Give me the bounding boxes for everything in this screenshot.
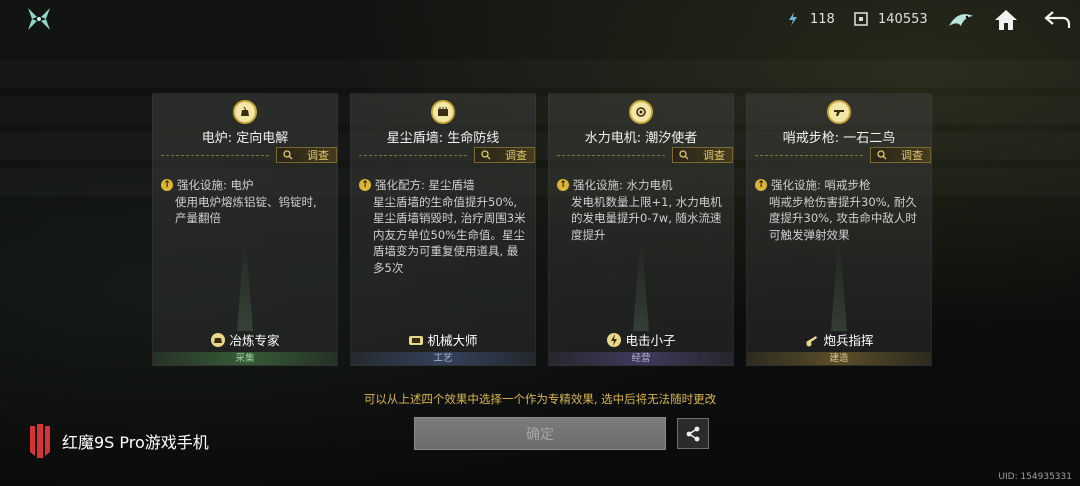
home-icon xyxy=(995,10,1017,30)
card-title: 哨戒步枪: 一石二鸟 xyxy=(782,131,896,146)
role-label: 机械大师 xyxy=(351,330,535,349)
effect-title: 强化设施: 电炉 xyxy=(177,178,254,192)
back-arrow-icon xyxy=(1044,11,1071,28)
effect-title: 强化设施: 哨戒步枪 xyxy=(771,178,871,192)
mail-button[interactable] xyxy=(946,6,976,34)
generator-icon xyxy=(629,100,653,124)
device-watermark: 红魔9S Pro游戏手机 xyxy=(26,424,209,458)
effect-description: 哨戒步枪伤害提升30%, 耐久度提升30%, 攻击命中敌人时可触发弹射效果 xyxy=(769,194,917,242)
role-name: 冶炼专家 xyxy=(229,333,280,348)
inspect-button[interactable]: 调查 xyxy=(870,147,931,163)
role-label: 炮兵指挥 xyxy=(747,330,931,349)
effect-title: 强化配方: 星尘盾墙 xyxy=(375,178,475,192)
category-bar: 建造 xyxy=(747,352,931,365)
furnace-icon xyxy=(233,100,257,124)
share-button[interactable] xyxy=(677,418,709,449)
background-row xyxy=(0,60,1080,88)
specialization-card-shield-wall[interactable]: 星尘盾墙: 生命防线 调查 ↑ 强化配方: 星尘盾墙 星尘盾墙的生命值提升50%,… xyxy=(350,93,536,366)
artillery-role-icon xyxy=(806,335,818,346)
currency-shards: 118 xyxy=(784,10,835,28)
light-beam xyxy=(237,241,253,331)
card-divider xyxy=(557,155,667,156)
light-beam xyxy=(633,241,649,331)
rifle-icon xyxy=(827,100,851,124)
category-bar: 工艺 xyxy=(351,352,535,365)
upgrade-icon: ↑ xyxy=(755,179,767,191)
upgrade-icon: ↑ xyxy=(557,179,569,191)
card-effect: ↑ 强化配方: 星尘盾墙 星尘盾墙的生命值提升50%, 星尘盾墙销毁时, 治疗周围… xyxy=(359,177,527,277)
card-divider xyxy=(359,155,469,156)
role-name: 机械大师 xyxy=(427,333,478,348)
card-effect: ↑ 强化设施: 哨戒步枪 哨戒步枪伤害提升30%, 耐久度提升30%, 攻击命中敌… xyxy=(755,177,923,243)
search-icon xyxy=(283,150,293,160)
top-bar: 118 140553 xyxy=(0,0,1080,40)
search-icon xyxy=(877,150,887,160)
inspect-label: 调查 xyxy=(307,149,329,162)
shard-icon xyxy=(784,10,802,28)
role-label: 电击小子 xyxy=(549,330,733,349)
mechanic-role-icon xyxy=(409,335,424,345)
back-button[interactable] xyxy=(1042,6,1072,34)
currency-chips: 140553 xyxy=(852,10,928,28)
bird-emblem-icon xyxy=(949,14,973,26)
user-id: UID: 154935331 xyxy=(998,472,1072,482)
card-effect: ↑ 强化设施: 水力电机 发电机数量上限+1, 水力电机的发电量提升0-7w, 随… xyxy=(557,177,725,243)
game-logo-icon[interactable] xyxy=(26,6,52,32)
card-divider xyxy=(161,155,271,156)
specialization-card-furnace[interactable]: 电炉: 定向电解 调查 ↑ 强化设施: 电炉 使用电炉熔炼铝锭、钨锭时, 产量翻倍… xyxy=(152,93,338,366)
card-title: 电炉: 定向电解 xyxy=(201,131,289,146)
effect-description: 星尘盾墙的生命值提升50%, 星尘盾墙销毁时, 治疗周围3米内友方单位50%生命… xyxy=(373,194,526,275)
card-divider xyxy=(755,155,865,156)
search-icon xyxy=(679,150,689,160)
home-button[interactable] xyxy=(991,6,1021,34)
selection-hint: 可以从上述四个效果中选择一个作为专精效果, 选中后将无法随时更改 xyxy=(363,392,717,406)
smelter-role-icon xyxy=(211,332,226,347)
shield-wall-icon xyxy=(431,100,455,124)
light-beam xyxy=(831,241,847,331)
role-name: 炮兵指挥 xyxy=(823,333,874,348)
inspect-button[interactable]: 调查 xyxy=(672,147,733,163)
category-bar: 采集 xyxy=(153,352,337,365)
specialization-card-rifle[interactable]: 哨戒步枪: 一石二鸟 调查 ↑ 强化设施: 哨戒步枪 哨戒步枪伤害提升30%, 耐… xyxy=(746,93,932,366)
inspect-label: 调查 xyxy=(901,149,923,162)
confirm-button[interactable]: 确定 xyxy=(414,417,666,450)
currency-chips-value: 140553 xyxy=(878,11,928,27)
role-name: 电击小子 xyxy=(625,333,676,348)
specialization-card-generator[interactable]: 水力电机: 潮汐使者 调查 ↑ 强化设施: 水力电机 发电机数量上限+1, 水力电… xyxy=(548,93,734,366)
upgrade-icon: ↑ xyxy=(359,179,371,191)
device-name: 红魔9S Pro游戏手机 xyxy=(62,433,209,452)
card-title: 水力电机: 潮汐使者 xyxy=(584,131,698,146)
red-magic-logo-icon xyxy=(30,424,50,458)
card-effect: ↑ 强化设施: 电炉 使用电炉熔炼铝锭、钨锭时, 产量翻倍 xyxy=(161,177,329,227)
electric-role-icon xyxy=(607,332,622,347)
inspect-label: 调查 xyxy=(703,149,725,162)
inspect-label: 调查 xyxy=(505,149,527,162)
card-title: 星尘盾墙: 生命防线 xyxy=(386,131,500,146)
category-bar: 经营 xyxy=(549,352,733,365)
chip-icon xyxy=(852,10,870,28)
share-icon xyxy=(686,426,700,441)
effect-description: 使用电炉熔炼铝锭、钨锭时, 产量翻倍 xyxy=(175,194,317,226)
search-icon xyxy=(481,150,491,160)
upgrade-icon: ↑ xyxy=(161,179,173,191)
inspect-button[interactable]: 调查 xyxy=(474,147,535,163)
effect-title: 强化设施: 水力电机 xyxy=(573,178,673,192)
inspect-button[interactable]: 调查 xyxy=(276,147,337,163)
role-label: 冶炼专家 xyxy=(153,330,337,349)
effect-description: 发电机数量上限+1, 水力电机的发电量提升0-7w, 随水流速度提升 xyxy=(571,194,722,242)
currency-shards-value: 118 xyxy=(810,11,835,27)
